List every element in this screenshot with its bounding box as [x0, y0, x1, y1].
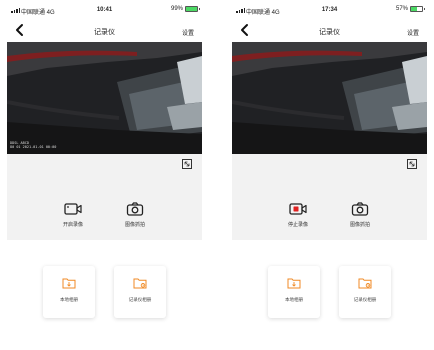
battery-icon	[185, 6, 200, 12]
video-camera-icon	[64, 203, 82, 215]
fullscreen-icon[interactable]	[407, 159, 417, 169]
video-osd: DDSL ABCD 80 01 2021-01-01 00:00	[10, 141, 57, 149]
snapshot-label: 图像抓拍	[124, 222, 145, 228]
fullscreen-icon[interactable]	[182, 159, 192, 169]
local-album-label: 本地相册	[60, 297, 78, 302]
record-label: 停止录像	[287, 222, 308, 228]
settings-button[interactable]: 设置	[182, 28, 194, 37]
folder-image-icon	[358, 278, 372, 289]
control-panel: 开启录像 图像抓拍	[7, 154, 202, 240]
nav-bar: 记录仪 设置	[7, 20, 202, 42]
camera-icon	[126, 202, 144, 216]
recorder-album-card[interactable]: 记录仪相册	[114, 266, 166, 318]
nav-bar: 记录仪 设置	[232, 20, 427, 42]
page-title: 记录仪	[94, 29, 115, 36]
folder-image-icon	[133, 278, 147, 289]
local-album-card[interactable]: 本地相册	[43, 266, 95, 318]
status-bar: 中国联通 4G 10:41 99%	[7, 0, 202, 20]
snapshot-button[interactable]: 图像抓拍	[105, 202, 165, 228]
camera-icon	[351, 202, 369, 216]
recorder-album-label: 记录仪相册	[353, 297, 377, 302]
album-section: 本地相册 记录仪相册	[7, 240, 202, 350]
page-title: 记录仪	[319, 29, 340, 36]
status-bar: 中国联通 4G 17:34 57%	[232, 0, 427, 20]
camera-live-view[interactable]: DDSL ABCD 80 01 2021-01-01 00:00	[7, 42, 202, 154]
recorder-album-label: 记录仪相册	[128, 297, 152, 302]
settings-button[interactable]: 设置	[407, 28, 419, 37]
record-button[interactable]: 开启录像	[43, 202, 103, 228]
camera-live-view[interactable]	[232, 42, 427, 154]
local-album-card[interactable]: 本地相册	[268, 266, 320, 318]
folder-download-icon	[62, 278, 76, 289]
battery-icon	[410, 6, 425, 12]
video-camera-recording-icon	[289, 203, 307, 215]
snapshot-label: 图像抓拍	[349, 222, 370, 228]
local-album-label: 本地相册	[285, 297, 303, 302]
record-button[interactable]: 停止录像	[268, 202, 328, 228]
snapshot-button[interactable]: 图像抓拍	[330, 202, 390, 228]
album-section: 本地相册 记录仪相册	[232, 240, 427, 350]
battery-percent: 99%	[170, 6, 183, 12]
control-panel: 停止录像 图像抓拍	[232, 154, 427, 240]
phone-screen-right: 中国联通 4G 17:34 57% 记录仪 设置 停止录像 图像抓拍 本地相册 …	[232, 0, 427, 350]
record-label: 开启录像	[62, 222, 83, 228]
phone-screen-left: 中国联通 4G 10:41 99% 记录仪 设置 DDSL ABCD 80 01…	[7, 0, 202, 350]
recorder-album-card[interactable]: 记录仪相册	[339, 266, 391, 318]
battery-percent: 57%	[395, 6, 408, 12]
folder-download-icon	[287, 278, 301, 289]
